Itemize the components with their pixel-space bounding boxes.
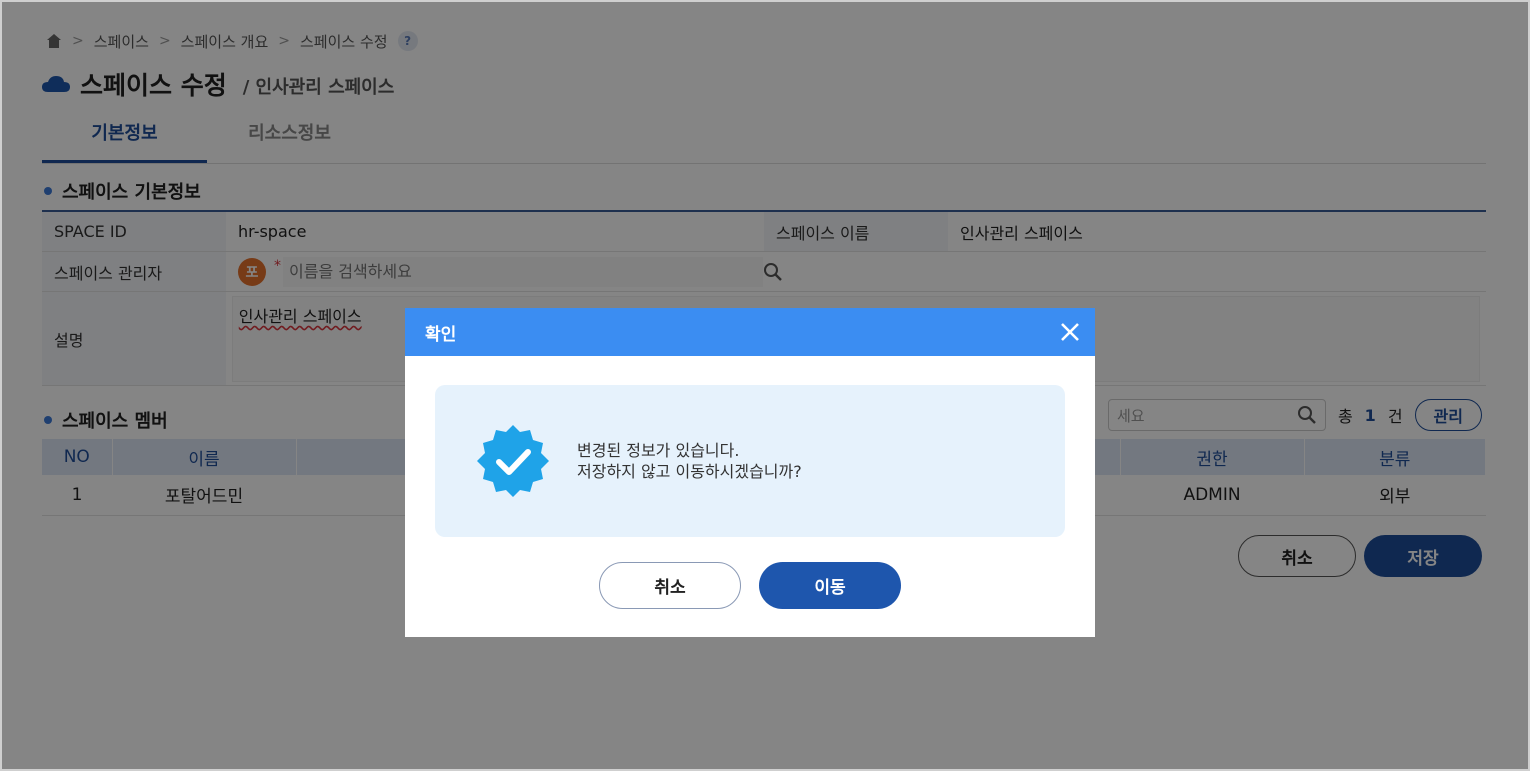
dialog-message-box: 변경된 정보가 있습니다. 저장하지 않고 이동하시겠습니까? — [435, 385, 1065, 537]
confirm-dialog: 확인 변경된 정보가 있습니다. 저장하지 않고 이동하시겠습니까? 취소 이동 — [405, 308, 1095, 637]
dialog-message-line1: 변경된 정보가 있습니다. — [577, 441, 740, 460]
app-frame: > 스페이스 > 스페이스 개요 > 스페이스 수정 ? 스페이스 수정 / 인… — [0, 0, 1530, 771]
dialog-move-button[interactable]: 이동 — [759, 562, 901, 609]
dialog-cancel-button[interactable]: 취소 — [599, 562, 741, 609]
close-icon[interactable] — [1059, 321, 1081, 343]
dialog-header: 확인 — [405, 308, 1095, 356]
dialog-message: 변경된 정보가 있습니다. 저장하지 않고 이동하시겠습니까? — [577, 440, 802, 482]
dialog-title: 확인 — [425, 324, 457, 345]
dialog-actions: 취소 이동 — [405, 562, 1095, 609]
dialog-message-line2: 저장하지 않고 이동하시겠습니까? — [577, 462, 802, 481]
verified-check-icon — [477, 425, 549, 497]
